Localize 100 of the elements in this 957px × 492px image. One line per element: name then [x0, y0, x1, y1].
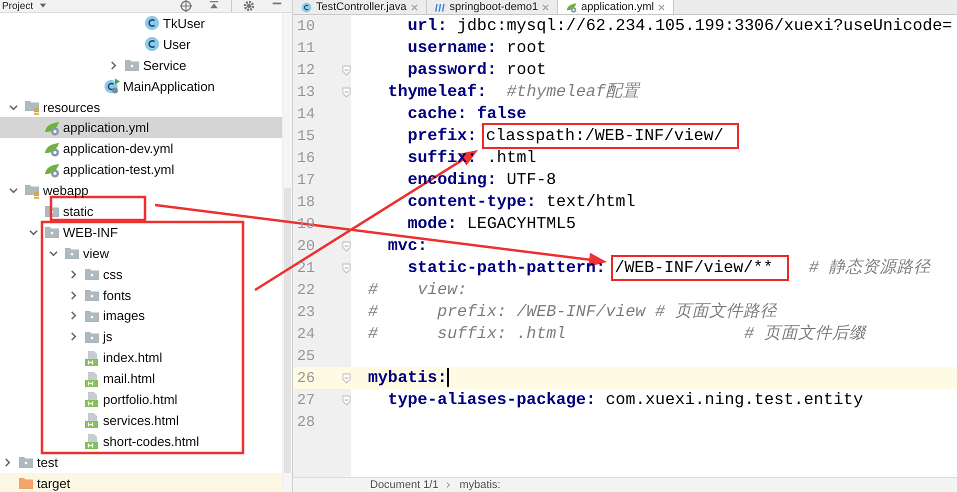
code-comment: # 静态资源路径	[808, 258, 931, 277]
tree-item[interactable]: WEB-INF	[0, 222, 282, 243]
resource-folder-icon	[24, 99, 40, 115]
chevron-down-icon[interactable]	[8, 186, 18, 196]
fold-marker-icon[interactable]	[342, 372, 351, 384]
chevron-right-icon[interactable]	[68, 290, 78, 300]
tree-item-label: view	[83, 246, 110, 260]
tree-item-label: test	[37, 456, 58, 469]
runnable-class-icon	[104, 78, 120, 94]
tree-item[interactable]: css	[0, 264, 282, 285]
fold-marker-icon[interactable]	[342, 262, 351, 274]
tree-item[interactable]: MainApplication	[0, 76, 282, 97]
tree-item[interactable]: test	[0, 452, 282, 473]
tree-item[interactable]: portfolio.html	[0, 389, 282, 410]
tree-item[interactable]: view	[0, 242, 282, 264]
fold-marker-icon[interactable]	[342, 394, 351, 406]
tree-item-label: static	[63, 204, 94, 218]
chevron-down-icon[interactable]	[8, 102, 18, 112]
tree-item-label: application.yml	[63, 121, 149, 134]
tree-item-label: portfolio.html	[103, 392, 178, 406]
dropdown-caret-icon[interactable]	[39, 2, 48, 10]
tree-item[interactable]: TkUser	[0, 13, 282, 34]
line-number: 18	[296, 194, 316, 210]
tree-item-label: images	[103, 309, 145, 322]
chevron-down-icon[interactable]	[48, 248, 58, 258]
line-number: 13	[296, 84, 316, 100]
tree-item-label: MainApplication	[123, 80, 215, 93]
editor-tab[interactable]: application.yml	[558, 0, 674, 14]
yaml-value: classpath:/WEB-INF/view/	[486, 126, 724, 145]
breadcrumb-item[interactable]: Document 1/1	[370, 479, 438, 491]
tree-item-label: target	[37, 476, 70, 490]
tree-item-label: Service	[143, 58, 186, 72]
line-number: 27	[296, 392, 316, 408]
yaml-value: .html	[486, 148, 536, 167]
html-file-icon	[84, 412, 100, 428]
tree-item[interactable]: short-codes.html	[0, 430, 282, 452]
yaml-value: UTF-8	[506, 170, 556, 189]
yaml-value: root	[506, 60, 546, 79]
line-number: 15	[296, 128, 316, 144]
line-number: 25	[296, 348, 316, 364]
fold-marker-icon[interactable]	[342, 86, 351, 98]
line-number: 23	[296, 304, 316, 320]
chevron-right-icon[interactable]	[68, 332, 78, 342]
chevron-right-icon[interactable]	[108, 60, 118, 70]
close-icon[interactable]	[542, 4, 550, 10]
fold-marker-icon[interactable]	[342, 64, 351, 76]
text-cursor	[447, 368, 450, 388]
tree-item[interactable]: webapp	[0, 180, 282, 202]
tree-item[interactable]: index.html	[0, 347, 282, 368]
tree-item[interactable]: js	[0, 326, 282, 348]
line-number: 24	[296, 326, 316, 342]
folder-icon	[84, 287, 100, 304]
chevron-right-icon[interactable]	[2, 458, 12, 467]
target-icon[interactable]	[180, 0, 192, 12]
tree-item[interactable]: application.yml	[0, 117, 282, 138]
chevron-right-icon[interactable]	[68, 311, 78, 320]
yaml-key: cache:	[408, 104, 468, 123]
close-icon[interactable]	[658, 4, 665, 10]
line-number: 12	[296, 62, 316, 78]
yaml-key: prefix:	[408, 126, 477, 145]
folder-icon	[18, 475, 34, 492]
tree-item-label: application-dev.yml	[63, 142, 174, 156]
scrollbar-thumb[interactable]	[284, 188, 291, 473]
tree-item-label: css	[103, 268, 122, 281]
editor-tab[interactable]: TestController.java	[293, 0, 426, 14]
code-comment: # view:	[368, 280, 468, 299]
line-number: 14	[296, 106, 316, 122]
tree-item[interactable]: User	[0, 34, 282, 55]
chevron-right-icon[interactable]	[68, 270, 78, 279]
tree-item[interactable]: target	[0, 472, 282, 492]
code-comment: #thymeleaf配置	[506, 82, 640, 101]
close-icon[interactable]	[410, 4, 418, 10]
folder-icon	[64, 245, 80, 262]
yaml-key: mybatis:	[368, 368, 448, 387]
yaml-value: /WEB-INF/view/**	[614, 258, 773, 277]
tree-item[interactable]: services.html	[0, 410, 282, 431]
settings-icon[interactable]	[243, 0, 255, 12]
tree-item[interactable]: fonts	[0, 284, 282, 306]
scrollbar[interactable]	[282, 13, 292, 492]
line-number: 16	[296, 150, 316, 166]
yaml-key: type-aliases-package:	[388, 390, 596, 409]
tree-item[interactable]: Service	[0, 54, 282, 76]
chevron-down-icon[interactable]	[28, 228, 38, 237]
html-file-icon	[84, 370, 100, 387]
tree-item[interactable]: mail.html	[0, 368, 282, 390]
class-icon	[144, 15, 160, 32]
yaml-value: LEGACYHTML5	[467, 214, 576, 233]
panel-title[interactable]: Project	[2, 0, 34, 12]
yaml-key: thymeleaf:	[388, 82, 487, 101]
breadcrumb-item[interactable]: mybatis:	[459, 479, 500, 491]
tree-item[interactable]: application-dev.yml	[0, 138, 282, 160]
tree-item-label: User	[163, 38, 190, 51]
fold-marker-icon[interactable]	[342, 240, 351, 252]
tree-item[interactable]: images	[0, 305, 282, 326]
tree-item[interactable]: static	[0, 201, 282, 222]
tree-item[interactable]: resources	[0, 96, 282, 118]
folder-icon	[44, 224, 60, 240]
tree-item-label: short-codes.html	[103, 434, 200, 448]
tree-item[interactable]: application-test.yml	[0, 159, 282, 180]
folder-icon	[124, 57, 140, 74]
